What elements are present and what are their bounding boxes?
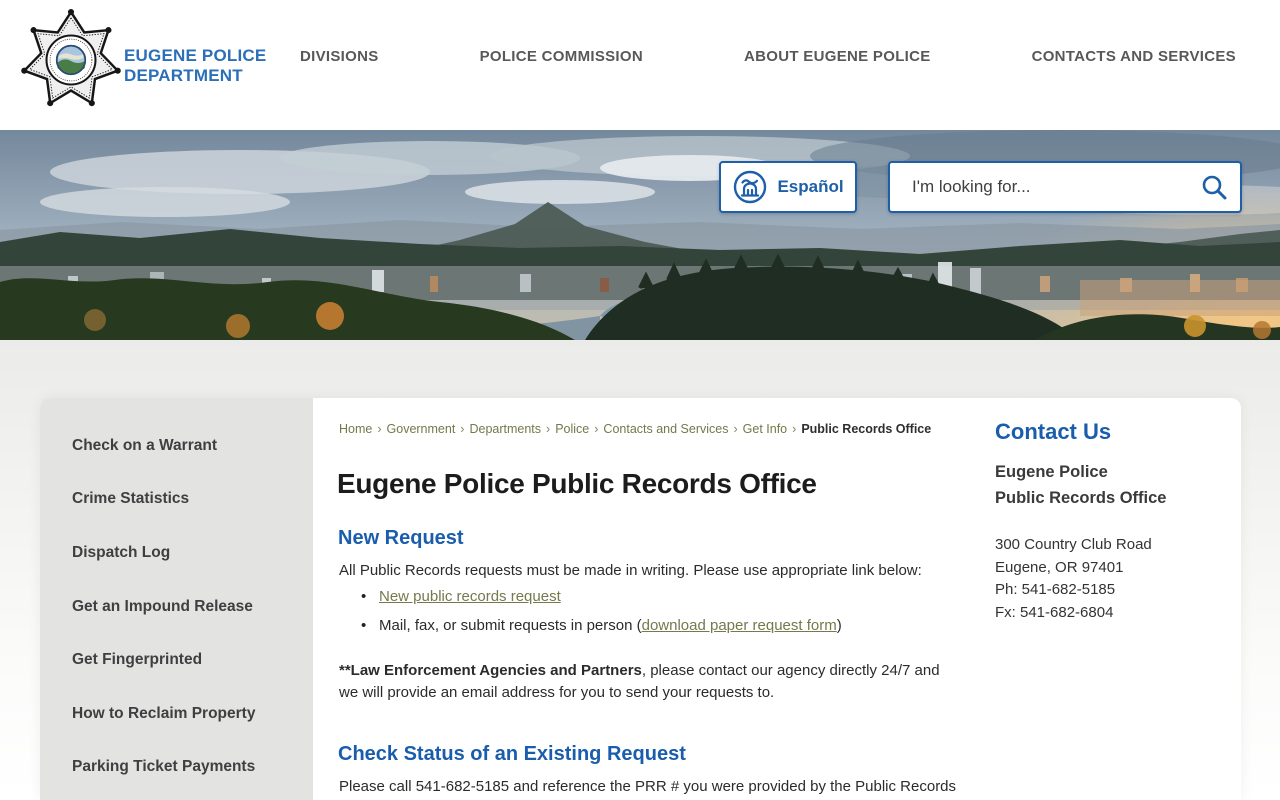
contact-fax: Fx: 541-682-6804 [995, 603, 1114, 621]
page-title: Eugene Police Public Records Office [337, 468, 817, 499]
contact-org-line1: Eugene Police [995, 463, 1108, 481]
list-item-new-request: New public records request [361, 582, 842, 611]
sidebar-item-parking-ticket-payments[interactable]: Parking Ticket Payments [40, 741, 313, 795]
eugene-police-badge-icon [21, 9, 121, 107]
new-public-records-request-link[interactable]: New public records request [379, 588, 561, 605]
new-request-heading: New Request [338, 527, 464, 549]
breadcrumb-government[interactable]: Government [387, 422, 456, 436]
main-content: Home › Government › Departments › Police › Conta… [313, 398, 1241, 800]
breadcrumb-home[interactable]: Home [339, 422, 372, 436]
contact-address: 300 Country Club Road Eugene, OR 97401 P… [995, 534, 1152, 624]
download-paper-request-form-link[interactable]: download paper request form [642, 617, 837, 634]
breadcrumb-police[interactable]: Police [555, 422, 589, 436]
sidebar-item-check-on-a-warrant[interactable]: Check on a Warrant [40, 419, 313, 473]
law-enforcement-note: **Law Enforcement Agencies and Partners,… [339, 662, 940, 701]
nav-item-contacts-and-services[interactable]: CONTACTS AND SERVICES [1032, 48, 1236, 65]
site-title[interactable]: EUGENE POLICE DEPARTMENT [124, 46, 266, 86]
site-title-line1: EUGENE POLICE [124, 46, 267, 65]
nav-item-police-commission[interactable]: POLICE COMMISSION [480, 48, 643, 65]
list-item-mail-fax: Mail, fax, or submit requests in person … [361, 611, 842, 640]
sidebar-item-crime-statistics[interactable]: Crime Statistics [40, 473, 313, 527]
contact-address-line2: Eugene, OR 97401 [995, 558, 1124, 576]
breadcrumb-contacts-and-services[interactable]: Contacts and Services [603, 422, 728, 436]
translate-icon [734, 170, 767, 204]
search-button[interactable] [1188, 163, 1240, 211]
contact-org: Eugene Police Public Records Office [995, 460, 1166, 511]
sidebar-item-how-to-reclaim-property[interactable]: How to Reclaim Property [40, 687, 313, 741]
sidebar-item-get-fingerprinted[interactable]: Get Fingerprinted [40, 633, 313, 687]
site-search [888, 161, 1242, 213]
page-body: Check on a Warrant Crime Statistics Disp… [0, 340, 1280, 800]
sidebar-item-get-an-impound-release[interactable]: Get an Impound Release [40, 580, 313, 634]
nav-item-divisions[interactable]: DIVISIONS [300, 48, 379, 65]
sidebar-menu: Check on a Warrant Crime Statistics Disp… [40, 398, 313, 800]
contact-us-heading: Contact Us [995, 419, 1112, 444]
search-icon [1202, 175, 1227, 200]
main-nav: DIVISIONS POLICE COMMISSION ABOUT EUGENE… [300, 48, 1236, 65]
contact-org-line2: Public Records Office [995, 488, 1167, 507]
search-input[interactable] [890, 177, 1188, 197]
law-enforcement-note-bold: **Law Enforcement Agencies and Partners [339, 662, 642, 679]
contact-phone: Ph: 541-682-5185 [995, 581, 1116, 598]
site-header: EUGENE POLICE DEPARTMENT DIVISIONS POLIC… [0, 0, 1280, 130]
espanol-button[interactable]: Español [719, 161, 857, 213]
espanol-label: Español [777, 177, 844, 196]
breadcrumb-departments[interactable]: Departments [469, 422, 541, 436]
breadcrumb-get-info[interactable]: Get Info [743, 422, 787, 436]
check-status-heading: Check Status of an Existing Request [338, 743, 686, 765]
nav-item-about-eugene-police[interactable]: ABOUT EUGENE POLICE [744, 48, 931, 65]
contact-address-line1: 300 Country Club Road [995, 536, 1152, 553]
breadcrumb: Home › Government › Departments › Police › Conta… [339, 422, 932, 436]
sidebar-item-dispatch-log[interactable]: Dispatch Log [40, 526, 313, 580]
new-request-intro: All Public Records requests must be made… [339, 562, 922, 579]
site-title-line2: DEPARTMENT [124, 66, 243, 85]
hero-banner: Español [0, 130, 1280, 340]
breadcrumb-current: Public Records Office [801, 422, 932, 436]
check-status-body: Please call 541-682-5185 and reference t… [339, 778, 957, 795]
request-options-list: New public records request Mail, fax, or… [361, 582, 842, 640]
content-card: Check on a Warrant Crime Statistics Disp… [40, 398, 1241, 800]
